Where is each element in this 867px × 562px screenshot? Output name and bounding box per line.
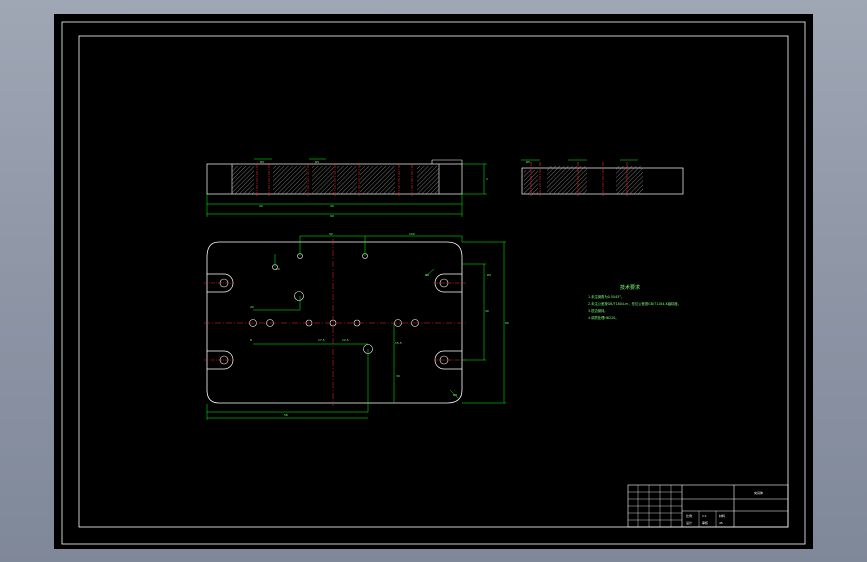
dim-label: 40 [330,204,334,208]
dim-label: 30 [396,374,400,378]
dim-label: R5 [487,273,491,277]
dim-label: R5 [260,160,264,164]
dim-label: 20 [250,305,254,309]
technical-requirements: 技术要求 1.未注倒角为0.5X45°。 2.未注公差按GB/T1804-m，形… [588,284,681,320]
dim-label: 8 [250,338,252,342]
tech-req-line: 2.未注公差按GB/T1804-m，形位公差按GB/T1184-K级精度。 [588,301,681,306]
outer-frame [61,21,806,545]
dim-label: 2 [486,177,488,181]
dim-label: 20 [259,204,263,208]
drawing-canvas: 技术要求 1.未注倒角为0.5X45°。 2.未注公差按GB/T1804-m，形… [61,21,806,545]
title-block: 比例 1:1 材料 设计 审核 45 夹具体 [627,484,789,528]
dim-label: R5 [315,160,319,164]
tech-req-line: 3.锐边倒钝。 [588,308,608,313]
title-block-cell: 设计 [686,520,692,525]
cad-viewport[interactable]: 技术要求 1.未注倒角为0.5X45°。 2.未注公差按GB/T1804-m，形… [54,14,813,549]
dim-label: 10 [276,267,280,271]
title-block-cell: 45 [719,521,723,525]
dim-label: R5 [526,160,530,164]
dim-label: 56 [284,413,288,417]
dim-label: 50 [329,232,333,236]
dimension-labels: R5 R5 R5 20 40 2 90 50 100 10 R6 R6 20 8… [250,160,530,417]
tech-req-line: 1.未注倒角为0.5X45°。 [588,294,624,299]
title-block-cell: 1:1 [702,514,707,518]
plan-view [204,235,506,420]
front-section-view [206,158,487,217]
dim-label: 17.5 [318,338,325,342]
tech-req-title: 技术要求 [620,284,640,291]
side-section-view [521,159,684,196]
title-block-cell: 审核 [702,520,708,525]
dim-label: 60 [505,321,509,325]
inner-frame [78,35,789,528]
dim-label: 90 [330,214,334,218]
dim-label: 12.5 [342,338,349,342]
dim-label: 15.5 [395,341,402,345]
dim-label: 30 [485,309,489,313]
dim-label: 100 [409,232,415,236]
dim-label: R6 [453,393,457,397]
title-block-cell: 材料 [719,513,725,518]
title-block-name: 夹具体 [754,490,763,495]
tech-req-line: 4.调质处理HB220。 [588,315,619,320]
title-block-cell: 比例 [686,513,692,518]
dim-label: R6 [425,273,429,277]
